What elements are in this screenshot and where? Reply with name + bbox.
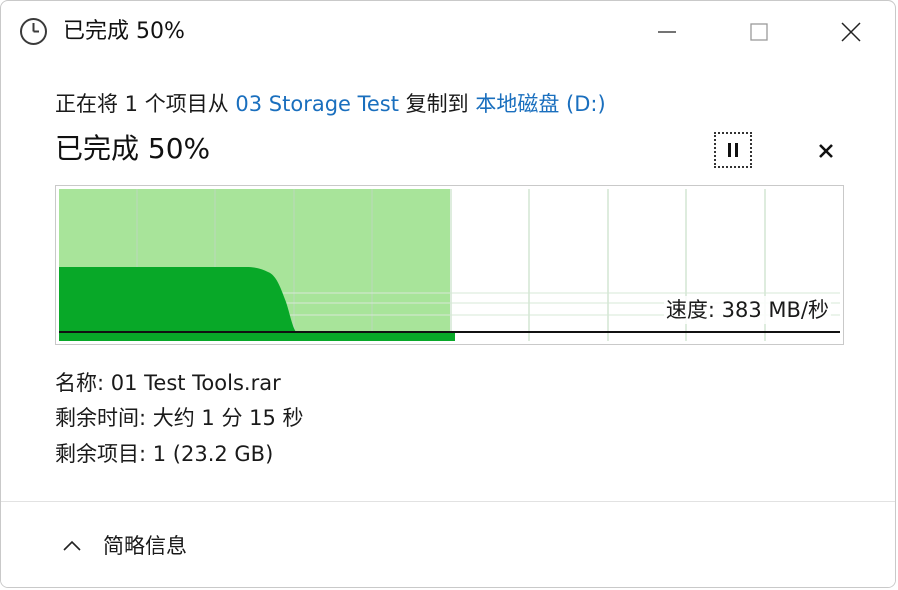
chevron-up-icon: [63, 540, 81, 551]
close-window-button[interactable]: [827, 11, 875, 53]
items-remaining: 剩余项目: 1 (23.2 GB): [55, 442, 274, 466]
pause-button[interactable]: [714, 132, 752, 168]
time-remaining: 剩余时间: 大约 1 分 15 秒: [55, 406, 304, 430]
footer: 简略信息: [1, 501, 895, 587]
speed-label: 速度: 383 MB/秒: [663, 296, 831, 324]
window-title: 已完成 50%: [63, 19, 185, 44]
cancel-icon: [819, 144, 833, 158]
maximize-icon: [750, 23, 768, 41]
progress-percent: 已完成 50%: [55, 132, 211, 165]
copy-description: 正在将 1 个项目从 03 Storage Test 复制到 本地磁盘 (D:): [55, 89, 606, 119]
title-bar: 已完成 50%: [1, 1, 895, 63]
copy-middle: 复制到: [398, 92, 476, 116]
speed-graph: 速度: 383 MB/秒: [55, 185, 844, 345]
close-icon: [841, 22, 861, 42]
source-folder-link[interactable]: 03 Storage Test: [235, 92, 399, 116]
less-details-label: 简略信息: [103, 534, 187, 558]
cancel-copy-button[interactable]: [810, 135, 842, 167]
copy-progress-dialog: 已完成 50% 正在将 1 个项目从 03 Storage Test 复制到 本…: [0, 0, 896, 588]
minimize-icon: [658, 31, 676, 33]
file-name: 名称: 01 Test Tools.rar: [55, 371, 281, 395]
pause-icon: [728, 143, 738, 157]
destination-link[interactable]: 本地磁盘 (D:): [475, 92, 605, 116]
clock-icon: [19, 17, 48, 46]
minimize-button[interactable]: [643, 11, 691, 53]
copy-prefix: 正在将 1 个项目从: [55, 92, 236, 116]
maximize-button[interactable]: [735, 11, 783, 53]
less-details-button[interactable]: 简略信息: [61, 531, 187, 561]
